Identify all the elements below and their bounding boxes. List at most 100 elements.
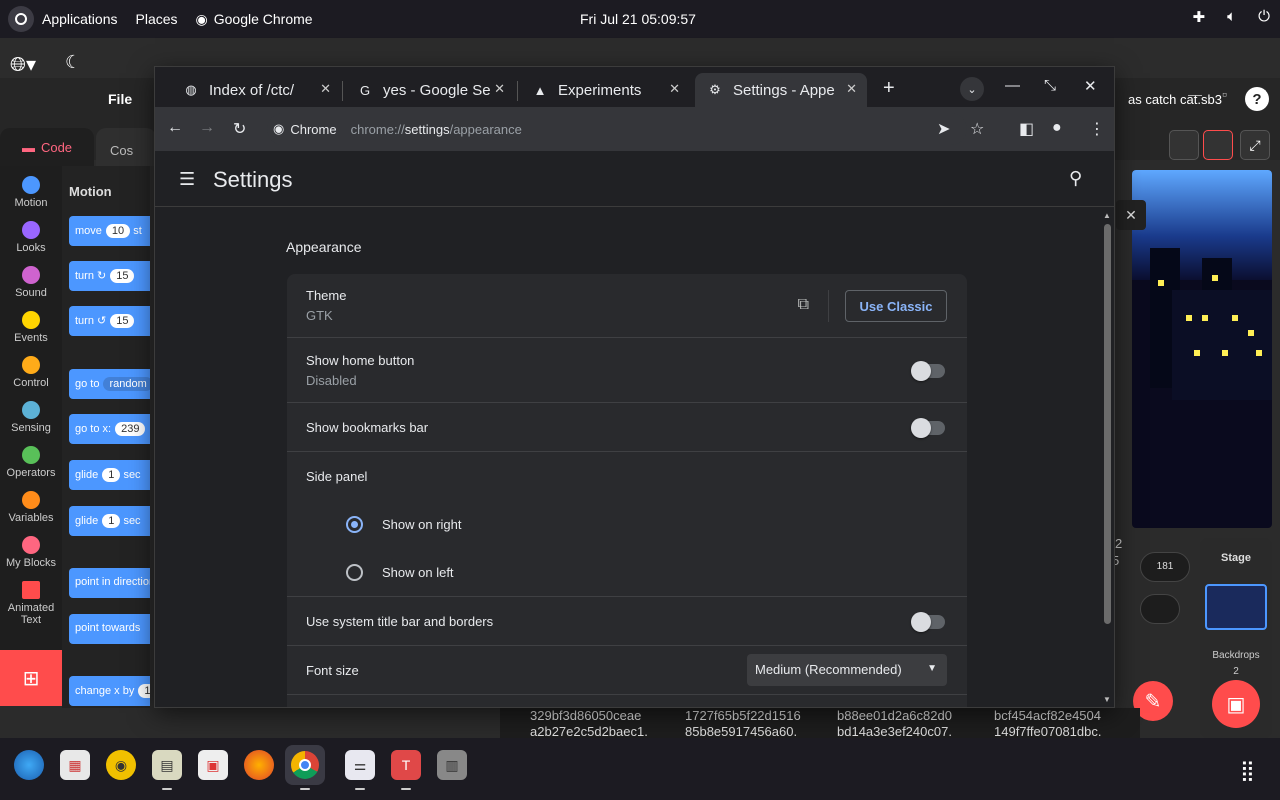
- add-extension-button[interactable]: ⊞: [0, 650, 62, 706]
- stage-canvas[interactable]: [1132, 170, 1272, 528]
- bookmarks-bar-toggle[interactable]: [911, 418, 945, 438]
- fullscreen-icon[interactable]: ⤢: [1240, 130, 1270, 160]
- add-backdrop-button[interactable]: ▣: [1212, 680, 1260, 728]
- home-button-row[interactable]: Show home button Disabled: [287, 338, 967, 403]
- tab-index-ctc[interactable]: ◍ Index of /ctc/ ✕: [171, 73, 341, 107]
- show-on-left-label[interactable]: Show on left: [382, 565, 454, 580]
- category-operators[interactable]: Operators: [0, 446, 62, 479]
- language-globe-icon[interactable]: 🌐︎▾: [10, 52, 36, 77]
- category-animated-text[interactable]: Animated Text: [0, 581, 62, 626]
- settings-scrollbar[interactable]: ▲ ▼: [1101, 208, 1114, 707]
- block-go-to[interactable]: go to random: [69, 369, 150, 399]
- scroll-up-icon[interactable]: ▲: [1103, 211, 1111, 220]
- site-chip[interactable]: ◉ Chrome: [267, 121, 337, 137]
- block-glide-to[interactable]: glide 1 sec: [69, 506, 150, 536]
- tab-google-search[interactable]: G yes - Google Se ✕: [345, 73, 515, 107]
- category-variables[interactable]: Variables: [0, 491, 62, 524]
- chrome-dock-icon[interactable]: [285, 745, 325, 785]
- typora-icon[interactable]: T: [391, 750, 421, 780]
- stage-thumbnail[interactable]: [1205, 584, 1267, 630]
- show-on-right-label[interactable]: Show on right: [382, 517, 462, 532]
- active-app-menu[interactable]: ◉ Google Chrome: [196, 11, 313, 28]
- back-icon[interactable]: ←: [167, 119, 183, 137]
- block-turn-left[interactable]: turn ↺ 15: [69, 306, 150, 336]
- hamburger-menu-icon[interactable]: ☰: [179, 169, 195, 190]
- block-point-in-direction[interactable]: point in direction: [69, 568, 150, 598]
- firefox-icon[interactable]: [244, 750, 274, 780]
- category-control[interactable]: Control: [0, 356, 62, 389]
- maximize-icon[interactable]: ▫: [1222, 86, 1227, 102]
- activities-button[interactable]: [8, 6, 34, 32]
- url-text[interactable]: chrome://settings/appearance: [351, 122, 522, 137]
- category-looks[interactable]: Looks: [0, 221, 62, 254]
- sprite-size-field[interactable]: [1140, 594, 1180, 624]
- send-icon[interactable]: ➤: [937, 119, 950, 139]
- places-menu[interactable]: Places: [136, 11, 178, 27]
- tab-close-icon[interactable]: ✕: [846, 81, 857, 97]
- clock[interactable]: Fri Jul 21 05:09:57: [580, 11, 696, 27]
- side-panel-icon[interactable]: ◧: [1019, 119, 1034, 139]
- block-point-towards[interactable]: point towards: [69, 614, 150, 644]
- bookmarks-bar-row[interactable]: Show bookmarks bar: [287, 403, 967, 452]
- home-button-toggle[interactable]: [911, 361, 945, 381]
- music-player-icon[interactable]: ◉: [106, 750, 136, 780]
- category-events[interactable]: Events: [0, 311, 62, 344]
- close-icon[interactable]: ✕: [1084, 77, 1097, 95]
- file-menu[interactable]: File: [108, 91, 132, 107]
- restore-icon[interactable]: ⤡: [1044, 77, 1056, 94]
- trash-icon[interactable]: ▥: [437, 750, 467, 780]
- forward-icon[interactable]: →: [199, 119, 215, 137]
- category-sensing[interactable]: Sensing: [0, 401, 62, 434]
- tab-costumes[interactable]: Cos: [96, 128, 156, 166]
- applications-menu[interactable]: Applications: [42, 11, 118, 27]
- radio-show-on-left[interactable]: [346, 564, 363, 581]
- normal-stage-button[interactable]: [1203, 130, 1233, 160]
- browser-globe-icon[interactable]: [14, 750, 44, 780]
- volume-icon[interactable]: 🔈︎: [1227, 8, 1236, 26]
- more-menu-icon[interactable]: ⋮: [1089, 119, 1105, 139]
- category-my-blocks[interactable]: My Blocks: [0, 536, 62, 569]
- puzzle-icon[interactable]: ✚: [1193, 8, 1206, 26]
- close-icon[interactable]: ✕: [1116, 200, 1146, 230]
- tab-experiments[interactable]: ▲ Experiments ✕: [520, 73, 690, 107]
- open-external-icon[interactable]: ⧉: [798, 296, 809, 314]
- settings-toggle-icon[interactable]: ⚌: [345, 750, 375, 780]
- title-bar-row[interactable]: Use system title bar and borders: [287, 597, 967, 646]
- block-change-x[interactable]: change x by 1: [69, 676, 150, 706]
- small-stage-button[interactable]: [1169, 130, 1199, 160]
- tab-close-icon[interactable]: ✕: [320, 81, 331, 97]
- tab-search-icon[interactable]: ⌄: [960, 77, 984, 101]
- tab-close-icon[interactable]: ✕: [669, 81, 680, 97]
- bookmark-star-icon[interactable]: ☆: [970, 119, 984, 139]
- project-title[interactable]: as catch cat.sb3: [1128, 92, 1222, 107]
- calendar-icon[interactable]: ▦: [60, 750, 90, 780]
- reload-icon[interactable]: ↻: [233, 119, 246, 139]
- block-move[interactable]: move 10 st: [69, 216, 150, 246]
- block-glide[interactable]: glide 1 sec: [69, 460, 150, 490]
- tab-code[interactable]: ▬ Code: [0, 128, 94, 166]
- category-motion[interactable]: Motion: [0, 176, 62, 209]
- minimize-icon[interactable]: —: [1005, 77, 1020, 94]
- theme-moon-icon[interactable]: ☾: [65, 52, 81, 73]
- tab-close-icon[interactable]: ✕: [494, 81, 505, 97]
- radio-show-on-right[interactable]: [346, 516, 363, 533]
- tab-settings[interactable]: ⚙ Settings - Appe ✕: [695, 73, 867, 107]
- font-size-select[interactable]: Medium (Recommended) ▼: [747, 654, 947, 686]
- app-grid-icon[interactable]: ⣿: [1240, 758, 1255, 783]
- title-bar-toggle[interactable]: [911, 612, 945, 632]
- file-manager-icon[interactable]: ▤: [152, 750, 182, 780]
- category-sound[interactable]: Sound: [0, 266, 62, 299]
- profile-icon[interactable]: ●: [1052, 119, 1062, 137]
- block-turn-right[interactable]: turn ↻ 15: [69, 261, 150, 291]
- sprite-x-field[interactable]: 181: [1140, 552, 1190, 582]
- search-icon[interactable]: ⚲: [1069, 168, 1082, 189]
- scroll-down-icon[interactable]: ▼: [1103, 695, 1111, 704]
- new-tab-icon[interactable]: +: [883, 77, 895, 100]
- help-icon[interactable]: ?: [1245, 87, 1269, 111]
- power-icon[interactable]: ⏻: [1258, 8, 1270, 26]
- block-go-to-xy[interactable]: go to x: 239: [69, 414, 150, 444]
- software-store-icon[interactable]: ▣: [198, 750, 228, 780]
- use-classic-button[interactable]: Use Classic: [845, 290, 947, 322]
- scrollbar-thumb[interactable]: [1104, 224, 1111, 624]
- omnibox[interactable]: ◉ Chrome chrome://settings/appearance: [267, 113, 967, 145]
